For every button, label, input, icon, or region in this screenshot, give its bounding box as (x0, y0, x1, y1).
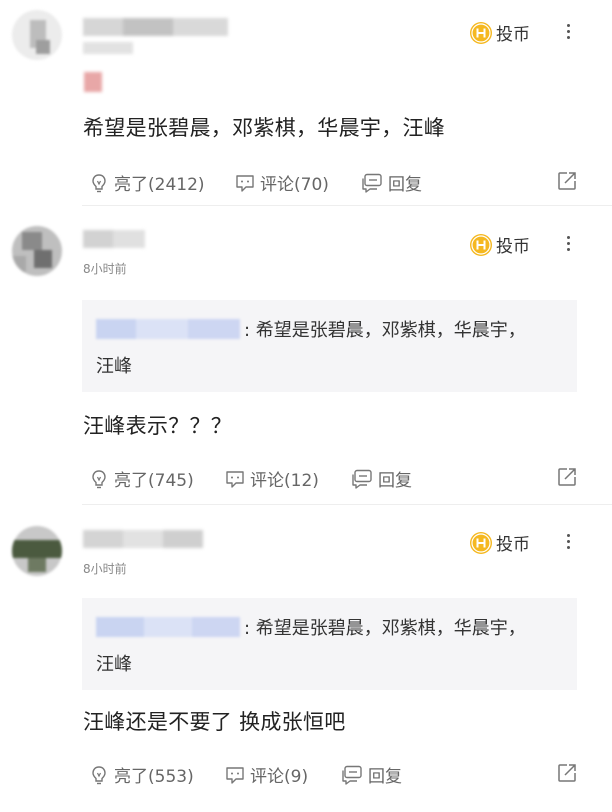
coin-label: 投币 (496, 25, 530, 45)
lightbulb-icon (92, 173, 106, 192)
comment-item: 投币 希望是张碧晨，邓紫棋，华晨宇，汪峰 亮了(2412) 评论(70) 回复 (0, 0, 612, 206)
quoted-text: : 希望是张碧晨，邓紫棋，华晨宇， (244, 618, 526, 639)
reply-label: 回复 (388, 175, 422, 195)
avatar[interactable] (12, 226, 62, 276)
user-badge (84, 72, 102, 92)
coin-icon (470, 531, 492, 554)
like-count: 亮了(2412) (114, 175, 205, 195)
comment-item: 8小时前 投币 : 希望是张碧晨，邓紫棋，华晨宇， 汪峰 汪峰还是不要了 换成张… (0, 506, 612, 812)
comment-count: 评论(70) (260, 175, 329, 195)
like-button[interactable]: 亮了(2412) (88, 170, 205, 195)
quoted-comment[interactable]: : 希望是张碧晨，邓紫棋，华晨宇， 汪峰 (82, 300, 577, 392)
comment-button[interactable]: 评论(12) (224, 466, 319, 491)
reply-label: 回复 (378, 471, 412, 491)
comment-count: 评论(12) (250, 471, 319, 491)
lightbulb-icon (92, 765, 106, 784)
reply-label: 回复 (368, 767, 402, 787)
like-count: 亮了(745) (114, 471, 194, 491)
quoted-comment[interactable]: : 希望是张碧晨，邓紫棋，华晨宇， 汪峰 (82, 598, 577, 690)
comment-actions: 亮了(2412) 评论(70) 回复 (88, 170, 578, 196)
share-icon[interactable] (556, 466, 578, 492)
quoted-username[interactable] (96, 617, 240, 637)
user-level (83, 42, 133, 54)
comment-bubble-icon (226, 470, 244, 488)
coin-button[interactable]: 投币 (470, 232, 530, 257)
quoted-text-continued: 汪峰 (96, 356, 132, 377)
comment-text: 希望是张碧晨，邓紫棋，华晨宇，汪峰 (83, 116, 446, 140)
reply-icon (352, 469, 372, 489)
coin-button[interactable]: 投币 (470, 530, 530, 555)
username[interactable] (83, 230, 145, 248)
comment-actions: 亮了(553) 评论(9) 回复 (88, 762, 578, 788)
comment-text: 汪峰还是不要了 换成张恒吧 (83, 710, 346, 734)
timestamp: 8小时前 (83, 262, 127, 276)
avatar[interactable] (12, 526, 62, 576)
avatar[interactable] (12, 10, 62, 60)
more-menu-icon[interactable] (560, 20, 576, 42)
quoted-username[interactable] (96, 319, 240, 339)
comment-bubble-icon (226, 766, 244, 784)
reply-icon (362, 173, 382, 193)
like-count: 亮了(553) (114, 767, 194, 787)
comment-actions: 亮了(745) 评论(12) 回复 (88, 466, 578, 492)
like-button[interactable]: 亮了(553) (88, 762, 194, 787)
username[interactable] (83, 18, 228, 36)
comment-bubble-icon (236, 174, 254, 192)
coin-label: 投币 (496, 535, 530, 555)
username[interactable] (83, 530, 203, 548)
more-menu-icon[interactable] (560, 530, 576, 552)
quoted-text: : 希望是张碧晨，邓紫棋，华晨宇， (244, 320, 526, 341)
lightbulb-icon (92, 469, 106, 488)
comment-text: 汪峰表示？？？ (83, 414, 233, 438)
coin-icon (470, 233, 492, 256)
like-button[interactable]: 亮了(745) (88, 466, 194, 491)
comment-item: 8小时前 投币 : 希望是张碧晨，邓紫棋，华晨宇， 汪峰 汪峰表示？？？ 亮了(… (0, 206, 612, 506)
coin-button[interactable]: 投币 (470, 20, 530, 45)
reply-button[interactable]: 回复 (340, 762, 402, 787)
coin-label: 投币 (496, 237, 530, 257)
share-icon[interactable] (556, 170, 578, 196)
comment-button[interactable]: 评论(70) (234, 170, 329, 195)
comment-button[interactable]: 评论(9) (224, 762, 308, 787)
comment-count: 评论(9) (250, 767, 309, 787)
coin-icon (470, 21, 492, 44)
timestamp: 8小时前 (83, 562, 127, 576)
divider (82, 504, 612, 505)
more-menu-icon[interactable] (560, 232, 576, 254)
reply-icon (342, 765, 362, 785)
reply-button[interactable]: 回复 (360, 170, 422, 195)
reply-button[interactable]: 回复 (350, 466, 412, 491)
quoted-text-continued: 汪峰 (96, 654, 132, 675)
share-icon[interactable] (556, 762, 578, 788)
